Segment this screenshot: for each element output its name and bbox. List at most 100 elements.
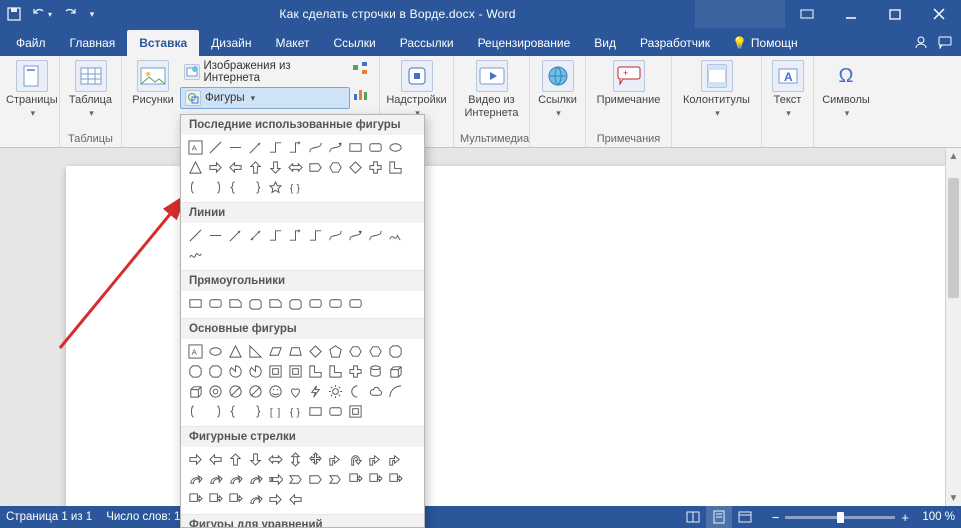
comments-pane-icon[interactable] xyxy=(933,28,957,56)
arr-pentagon[interactable] xyxy=(307,471,324,488)
redo-icon[interactable] xyxy=(56,0,84,28)
arr-chevron[interactable] xyxy=(327,471,344,488)
shape-triangle[interactable] xyxy=(187,159,204,176)
shape-elbow[interactable] xyxy=(267,227,284,244)
shape-no[interactable] xyxy=(227,383,244,400)
arr-callout-l[interactable] xyxy=(387,471,404,488)
scroll-thumb[interactable] xyxy=(948,178,959,298)
arr-curved-down[interactable] xyxy=(247,471,264,488)
shape-snip-same[interactable] xyxy=(267,295,284,312)
shape-diamond[interactable] xyxy=(347,159,364,176)
zoom-slider[interactable] xyxy=(785,516,895,519)
shape-rbracket[interactable] xyxy=(207,403,224,420)
shape-L[interactable] xyxy=(387,159,404,176)
shape-block-arc[interactable] xyxy=(247,383,264,400)
tab-layout[interactable]: Макет xyxy=(264,30,322,56)
tab-file[interactable]: Файл xyxy=(4,30,58,56)
headerfooter-button[interactable]: Колонтитулы xyxy=(678,58,755,119)
tab-references[interactable]: Ссылки xyxy=(321,30,387,56)
shape-dodecagon[interactable] xyxy=(207,363,224,380)
account-area[interactable] xyxy=(695,0,785,28)
shape-cloud[interactable] xyxy=(367,383,384,400)
arr-left2[interactable] xyxy=(287,491,304,508)
arr-right[interactable] xyxy=(187,451,204,468)
shape-cube[interactable] xyxy=(387,363,404,380)
shape-para[interactable] xyxy=(267,343,284,360)
shape-sun[interactable] xyxy=(327,383,344,400)
shape-textbox[interactable]: A xyxy=(187,139,204,156)
shape-line-arrow[interactable] xyxy=(247,139,264,156)
shape-bracket-l[interactable] xyxy=(187,179,204,196)
shape-pie[interactable] xyxy=(227,363,244,380)
shape-connector-elbow-arrow[interactable] xyxy=(287,139,304,156)
shape-bolt[interactable] xyxy=(307,383,324,400)
shape-elbow-arrow[interactable] xyxy=(287,227,304,244)
shapes-button[interactable]: Фигуры ▾ xyxy=(180,87,350,109)
status-page[interactable]: Страница 1 из 1 xyxy=(6,511,92,523)
close-icon[interactable] xyxy=(917,0,961,28)
shape-arrow-lr[interactable] xyxy=(287,159,304,176)
shape-line[interactable] xyxy=(187,227,204,244)
shape-chord[interactable] xyxy=(247,363,264,380)
shape-decagon[interactable] xyxy=(187,363,204,380)
pictures-button[interactable]: Рисунки xyxy=(128,58,178,107)
shape-line-darrow[interactable] xyxy=(247,227,264,244)
minimize-icon[interactable] xyxy=(829,0,873,28)
links-button[interactable]: Ссылки xyxy=(536,58,579,119)
shape-trap[interactable] xyxy=(287,343,304,360)
ribbon-display-icon[interactable] xyxy=(785,0,829,28)
pages-button[interactable]: Страницы xyxy=(6,58,58,119)
shape-snip-diag[interactable] xyxy=(287,295,304,312)
shape-oval2[interactable] xyxy=(207,343,224,360)
shape-lbrace[interactable] xyxy=(227,403,244,420)
undo-icon[interactable]: ▾ xyxy=(28,0,56,28)
shape-scribble[interactable] xyxy=(187,247,204,264)
zoom-value[interactable]: 100 % xyxy=(915,511,955,523)
shape-heptagon[interactable] xyxy=(367,343,384,360)
shape-bracket-r[interactable] xyxy=(207,179,224,196)
tell-me[interactable]: 💡Помощн xyxy=(722,30,808,56)
shape-round-1[interactable] xyxy=(307,295,324,312)
shape-round-2[interactable] xyxy=(327,295,344,312)
shape-hexagon[interactable] xyxy=(327,159,344,176)
arr-leftright[interactable] xyxy=(267,451,284,468)
shape-lbracket[interactable] xyxy=(187,403,204,420)
tab-mailings[interactable]: Рассылки xyxy=(388,30,466,56)
shape-half-frame[interactable] xyxy=(287,363,304,380)
online-pictures-button[interactable]: Изображения из Интернета xyxy=(180,58,350,86)
shape-round-rect[interactable] xyxy=(207,295,224,312)
save-icon[interactable] xyxy=(0,0,28,28)
arr-curved-up[interactable] xyxy=(227,471,244,488)
shape-line[interactable] xyxy=(207,139,224,156)
tab-design[interactable]: Дизайн xyxy=(199,30,263,56)
arr-callout-quad[interactable] xyxy=(227,491,244,508)
shape-snip-1[interactable] xyxy=(227,295,244,312)
arr-right2[interactable] xyxy=(267,491,284,508)
shape-pentagon-arrow[interactable] xyxy=(307,159,324,176)
shape-donut[interactable] xyxy=(207,383,224,400)
vertical-scrollbar[interactable]: ▲ ▼ xyxy=(945,148,961,506)
shape-plaque[interactable] xyxy=(307,403,324,420)
view-web-layout-icon[interactable] xyxy=(732,506,758,528)
shape-freeform[interactable] xyxy=(387,227,404,244)
chart-icon[interactable] xyxy=(352,86,372,106)
shape-line-h[interactable] xyxy=(227,139,244,156)
arr-left-up[interactable] xyxy=(367,451,384,468)
shape-bevel[interactable] xyxy=(187,383,204,400)
arr-curved-left[interactable] xyxy=(207,471,224,488)
arr-callout-u[interactable] xyxy=(187,491,204,508)
shape-brackets[interactable]: [] xyxy=(267,403,284,420)
shape-braces[interactable]: {} xyxy=(287,403,304,420)
shape-plus[interactable] xyxy=(367,159,384,176)
arr-uturn[interactable] xyxy=(347,451,364,468)
shape-L2[interactable] xyxy=(307,363,324,380)
shape-rect[interactable] xyxy=(347,139,364,156)
scroll-down-icon[interactable]: ▼ xyxy=(946,490,961,506)
arr-striped[interactable] xyxy=(267,471,284,488)
shape-frame2[interactable] xyxy=(347,403,364,420)
tab-home[interactable]: Главная xyxy=(58,30,128,56)
shape-arrow-up[interactable] xyxy=(247,159,264,176)
qat-customize-icon[interactable]: ▾ xyxy=(84,0,100,28)
arr-bent[interactable] xyxy=(327,451,344,468)
shape-round-diag[interactable] xyxy=(347,295,364,312)
